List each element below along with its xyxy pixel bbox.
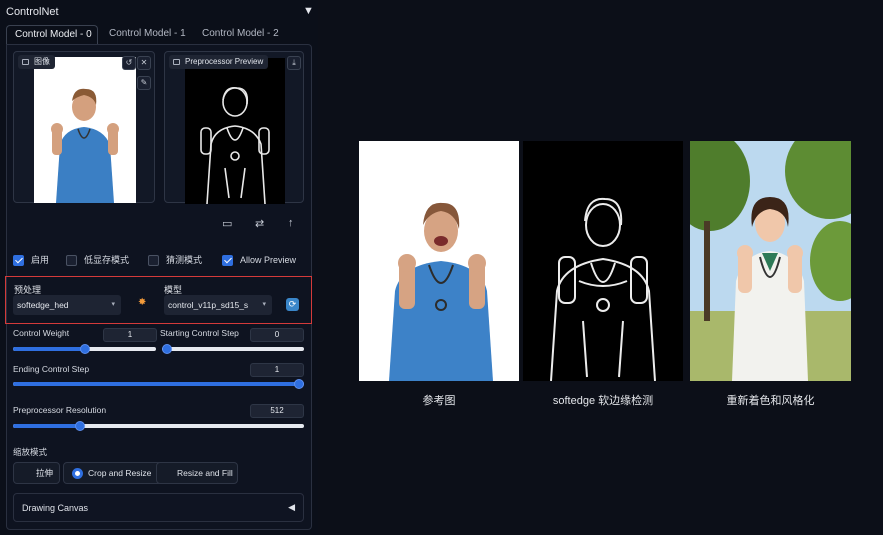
starting-step-input[interactable]: 0 bbox=[250, 328, 304, 342]
resize-option-label: 拉伸 bbox=[36, 468, 54, 478]
checkbox-box[interactable] bbox=[148, 255, 159, 266]
camera-icon[interactable]: ▭ bbox=[222, 217, 232, 230]
resolution-slider[interactable] bbox=[13, 421, 304, 431]
drawing-canvas-accordion[interactable]: Drawing Canvas ◀ bbox=[13, 493, 304, 522]
resize-option-fill[interactable]: Resize and Fill bbox=[156, 462, 238, 484]
caption-stylized: 重新着色和风格化 bbox=[726, 395, 815, 407]
send-up-icon[interactable]: ↑ bbox=[288, 217, 294, 229]
image-input-label: 图像 bbox=[18, 55, 55, 69]
resize-option-label: Resize and Fill bbox=[177, 468, 233, 478]
tab-control-model-2[interactable]: Control Model - 2 bbox=[194, 25, 286, 45]
triangle-left-icon[interactable]: ◀ bbox=[288, 502, 295, 513]
preview-label: Preprocessor Preview bbox=[169, 55, 269, 69]
resize-option-label: Crop and Resize bbox=[88, 468, 152, 478]
tab-control-model-0[interactable]: Control Model - 0 bbox=[6, 25, 98, 45]
ending-step-label: Ending Control Step bbox=[13, 364, 90, 374]
guess-mode-label: 猜测模式 bbox=[166, 255, 203, 265]
ending-step-input[interactable]: 1 bbox=[250, 363, 304, 377]
chevron-down-icon: ▾ bbox=[111, 301, 115, 308]
model-select[interactable]: control_v11p_sd15_s ▾ bbox=[164, 295, 272, 315]
enable-label: 启用 bbox=[31, 255, 50, 265]
softedge-image bbox=[523, 141, 683, 381]
radio-dot[interactable] bbox=[72, 468, 83, 479]
stylized-figure bbox=[690, 141, 851, 381]
close-icon[interactable]: ✕ bbox=[137, 56, 151, 70]
preview-label-text: Preprocessor Preview bbox=[185, 57, 264, 66]
reference-figure bbox=[359, 141, 519, 381]
slider-thumb[interactable] bbox=[80, 344, 90, 354]
control-weight-input[interactable]: 1 bbox=[103, 328, 157, 342]
softedge-figure bbox=[523, 141, 683, 381]
slider-thumb[interactable] bbox=[75, 421, 85, 431]
ending-step-slider[interactable] bbox=[13, 379, 304, 389]
caption-softedge: softedge 软边缘检测 bbox=[552, 395, 654, 407]
control-weight-slider[interactable] bbox=[13, 344, 156, 354]
image-icon bbox=[22, 59, 29, 65]
slider-fill bbox=[13, 424, 80, 428]
checkbox-box[interactable] bbox=[66, 255, 77, 266]
slider-thumb[interactable] bbox=[162, 344, 172, 354]
slider-fill bbox=[13, 382, 304, 386]
preprocessor-select[interactable]: softedge_hed ▾ bbox=[13, 295, 121, 315]
input-image bbox=[34, 57, 136, 203]
drawing-canvas-label: Drawing Canvas bbox=[22, 503, 89, 513]
preprocessor-preview: Preprocessor Preview ⤓ bbox=[164, 51, 304, 204]
model-value: control_v11p_sd15_s bbox=[168, 300, 249, 310]
starting-step-label: Starting Control Step bbox=[160, 328, 239, 338]
download-icon[interactable]: ⤓ bbox=[287, 56, 301, 70]
refresh-icon[interactable]: ⟳ bbox=[286, 298, 299, 311]
low-vram-label: 低显存模式 bbox=[84, 255, 130, 265]
checkbox-box[interactable] bbox=[13, 255, 24, 266]
resolution-input[interactable]: 512 bbox=[250, 404, 304, 418]
image-input[interactable]: 图像 ↺ ✕ ✎ bbox=[13, 51, 155, 203]
allow-preview-label: Allow Preview bbox=[240, 255, 297, 265]
swap-icon[interactable]: ⇄ bbox=[255, 217, 264, 230]
panel-header[interactable]: ControlNet ▼ bbox=[0, 0, 318, 24]
panel-title: ControlNet bbox=[6, 6, 59, 18]
resize-option-crop[interactable]: Crop and Resize bbox=[63, 462, 163, 484]
tab-control-model-1[interactable]: Control Model - 1 bbox=[101, 25, 193, 45]
chevron-down-icon: ▾ bbox=[262, 301, 266, 308]
brush-icon[interactable]: ✎ bbox=[137, 76, 151, 90]
resolution-label: Preprocessor Resolution bbox=[13, 405, 107, 415]
stylized-image bbox=[690, 141, 851, 381]
explosion-icon[interactable]: ✸ bbox=[138, 297, 146, 308]
control-weight-label: Control Weight bbox=[13, 328, 70, 338]
controlnet-panel: ControlNet ▼ Control Model - 0 Control M… bbox=[0, 0, 318, 535]
triangle-down-icon[interactable]: ▼ bbox=[303, 5, 314, 17]
undo-icon[interactable]: ↺ bbox=[122, 56, 136, 70]
starting-step-slider[interactable] bbox=[162, 344, 304, 354]
image-input-label-text: 图像 bbox=[34, 57, 50, 66]
image-icon bbox=[173, 59, 180, 65]
resize-mode-label: 缩放模式 bbox=[13, 447, 48, 457]
slider-thumb[interactable] bbox=[294, 379, 304, 389]
caption-reference: 参考图 bbox=[422, 395, 456, 407]
slider-fill bbox=[13, 347, 85, 351]
reference-image bbox=[359, 141, 519, 381]
checkbox-box[interactable] bbox=[222, 255, 233, 266]
resize-option-stretch[interactable]: 拉伸 bbox=[13, 462, 60, 484]
preview-edge-image bbox=[185, 58, 285, 204]
preprocessor-value: softedge_hed bbox=[17, 300, 69, 310]
